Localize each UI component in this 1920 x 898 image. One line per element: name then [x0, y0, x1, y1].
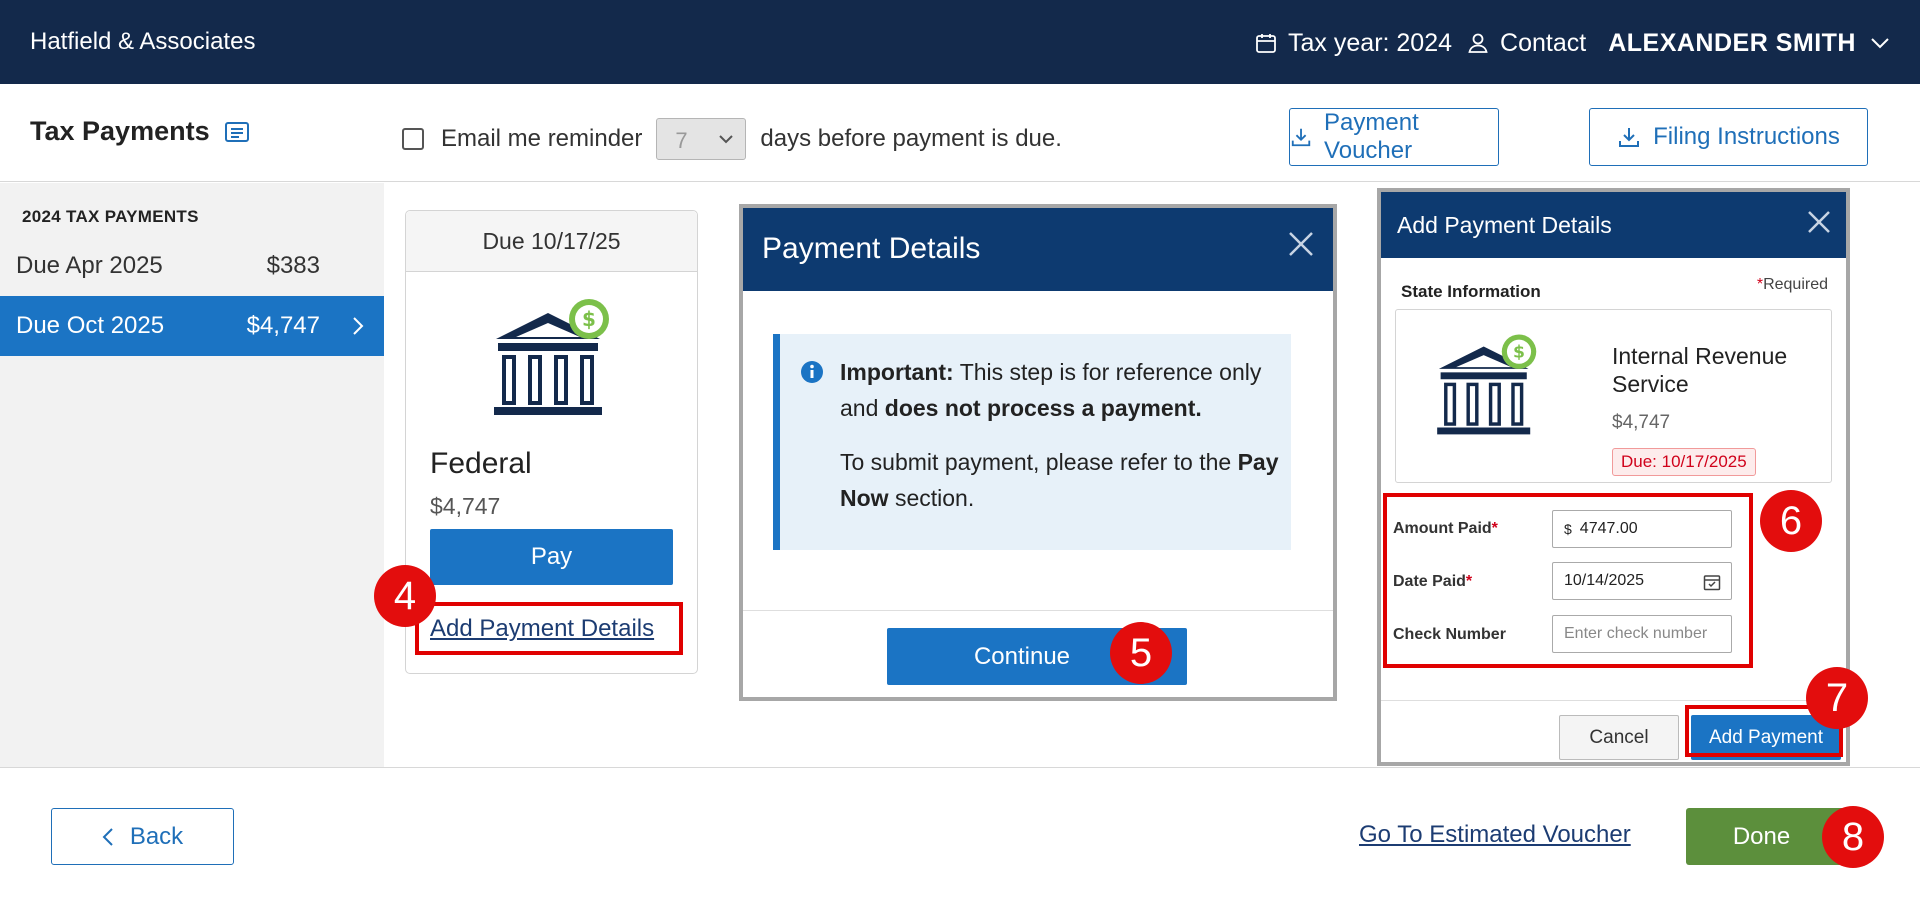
callout-highlight-payment-fields: [1383, 493, 1753, 668]
svg-text:$: $: [582, 307, 596, 331]
submit-instruction-text: To submit payment, please refer to the P…: [840, 444, 1280, 516]
tax-year-selector[interactable]: Tax year: 2024: [1254, 29, 1452, 58]
top-right-menu: Tax year: 2024 Contact ALEXANDER SMITH: [1254, 24, 1890, 62]
sub-header: Tax Payments Email me reminder 7 days be…: [0, 84, 1920, 182]
sidebar-item-apr-2025[interactable]: Due Apr 2025 $383: [0, 236, 384, 296]
important-info-box: Important: This step is for reference on…: [773, 334, 1291, 550]
sidebar-item-amount: $4,747: [246, 312, 320, 339]
pay-button[interactable]: Pay: [430, 529, 673, 585]
modal-divider: [1381, 700, 1846, 701]
step-badge-5: 5: [1110, 622, 1172, 684]
chevron-right-icon: [353, 317, 364, 335]
tax-year-label: Tax year: 2024: [1288, 28, 1453, 57]
required-note: *Required: [1757, 276, 1828, 294]
download-icon: [1291, 128, 1311, 147]
bank-icon: $: [1437, 334, 1537, 435]
close-icon[interactable]: [1806, 209, 1832, 235]
back-button[interactable]: Back: [51, 808, 234, 865]
footer: Back Go To Estimated Voucher Done 8: [0, 767, 1920, 898]
add-payment-details-modal: Add Payment Details State Information *R…: [1377, 188, 1850, 766]
reminder-prefix: Email me reminder: [441, 125, 643, 152]
agency-name: Internal Revenue Service: [1612, 343, 1788, 397]
chevron-down-icon[interactable]: [1870, 37, 1890, 49]
sidebar: 2024 TAX PAYMENTS Due Apr 2025 $383 Due …: [0, 183, 384, 767]
important-bold-text: does not process a payment.: [884, 395, 1202, 421]
user-menu[interactable]: ALEXANDER SMITH: [1608, 29, 1856, 58]
page-title: Tax Payments: [30, 116, 250, 147]
step-badge-7: 7: [1806, 667, 1868, 729]
callout-highlight-add-details: [415, 602, 683, 655]
sidebar-item-oct-2025[interactable]: Due Oct 2025 $4,747: [0, 296, 384, 356]
payment-details-modal: Payment Details Important: This step is …: [739, 204, 1337, 701]
cancel-button[interactable]: Cancel: [1559, 715, 1679, 760]
step-badge-8: 8: [1822, 806, 1884, 868]
modal-title: Add Payment Details: [1397, 212, 1612, 238]
submit-suffix: section.: [888, 485, 975, 511]
top-bar: Hatfield & Associates Tax year: 2024 Con…: [0, 0, 1920, 84]
modal-title: Payment Details: [762, 232, 981, 265]
notes-icon[interactable]: [224, 121, 250, 143]
sidebar-item-label: Due Oct 2025: [16, 312, 165, 339]
bank-icon: $: [494, 299, 609, 415]
payment-amount: $4,747: [430, 493, 501, 519]
download-icon: [1619, 128, 1640, 147]
modal-header: Add Payment Details: [1381, 192, 1846, 258]
step-badge-6: 6: [1760, 490, 1822, 552]
modal-divider: [743, 610, 1333, 611]
submit-body: To submit payment, please refer to the: [840, 449, 1238, 475]
due-date-badge: Due: 10/17/2025: [1612, 448, 1756, 476]
calendar-icon: [1256, 34, 1276, 53]
payment-entity-name: Federal: [430, 447, 532, 480]
chevron-left-icon: [102, 827, 113, 846]
payment-voucher-label: Payment Voucher: [1324, 109, 1419, 164]
brand-name: Hatfield & Associates: [30, 28, 256, 55]
reminder-suffix: days before payment is due.: [760, 125, 1062, 152]
person-icon: [1468, 33, 1488, 53]
email-reminder: Email me reminder 7 days before payment …: [402, 118, 1062, 160]
close-icon[interactable]: [1287, 230, 1315, 258]
email-reminder-checkbox[interactable]: [402, 128, 424, 150]
important-text: Important: This step is for reference on…: [840, 354, 1280, 426]
agency-card: $ Internal Revenue Service $4,747 Due: 1…: [1395, 309, 1832, 483]
required-label: Required: [1763, 276, 1828, 293]
filing-instructions-label: Filing Instructions: [1653, 123, 1840, 150]
section-label: State Information: [1401, 282, 1541, 301]
step-badge-4: 4: [374, 565, 436, 627]
go-to-estimated-voucher-link[interactable]: Go To Estimated Voucher: [1359, 821, 1631, 849]
sidebar-section-title: 2024 TAX PAYMENTS: [22, 207, 199, 226]
payment-voucher-button[interactable]: Payment Voucher: [1289, 108, 1499, 166]
modal-header: Payment Details: [743, 208, 1333, 291]
info-icon: [801, 361, 823, 383]
reminder-days-select[interactable]: 7: [656, 118, 747, 160]
contact-link[interactable]: Contact: [1466, 29, 1586, 58]
svg-text:$: $: [1513, 343, 1525, 363]
agency-amount: $4,747: [1612, 412, 1671, 433]
back-label: Back: [129, 822, 184, 850]
page-title-text: Tax Payments: [30, 116, 210, 146]
due-date-header: Due 10/17/25: [406, 211, 697, 272]
important-label: Important:: [840, 359, 954, 385]
contact-label: Contact: [1500, 28, 1587, 57]
chevron-down-icon: [719, 135, 734, 144]
sidebar-item-amount: $383: [266, 252, 320, 279]
filing-instructions-button[interactable]: Filing Instructions: [1589, 108, 1868, 166]
reminder-days-value: 7: [675, 128, 688, 153]
sidebar-item-label: Due Apr 2025: [16, 252, 163, 279]
